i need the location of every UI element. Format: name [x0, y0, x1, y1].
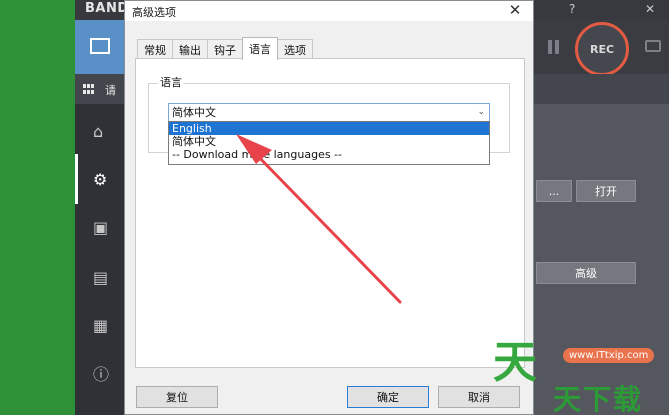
watermark-glyph: 天	[493, 337, 537, 388]
site-watermark: 天 www.ITtxip.com 天下载	[493, 338, 669, 415]
watermark-site: www.ITtxip.com	[563, 348, 655, 363]
tab-language[interactable]: 语言	[242, 37, 278, 60]
arrow-shaft	[248, 146, 402, 304]
watermark-text: 天下载	[553, 383, 644, 415]
arrow-head	[236, 134, 272, 164]
